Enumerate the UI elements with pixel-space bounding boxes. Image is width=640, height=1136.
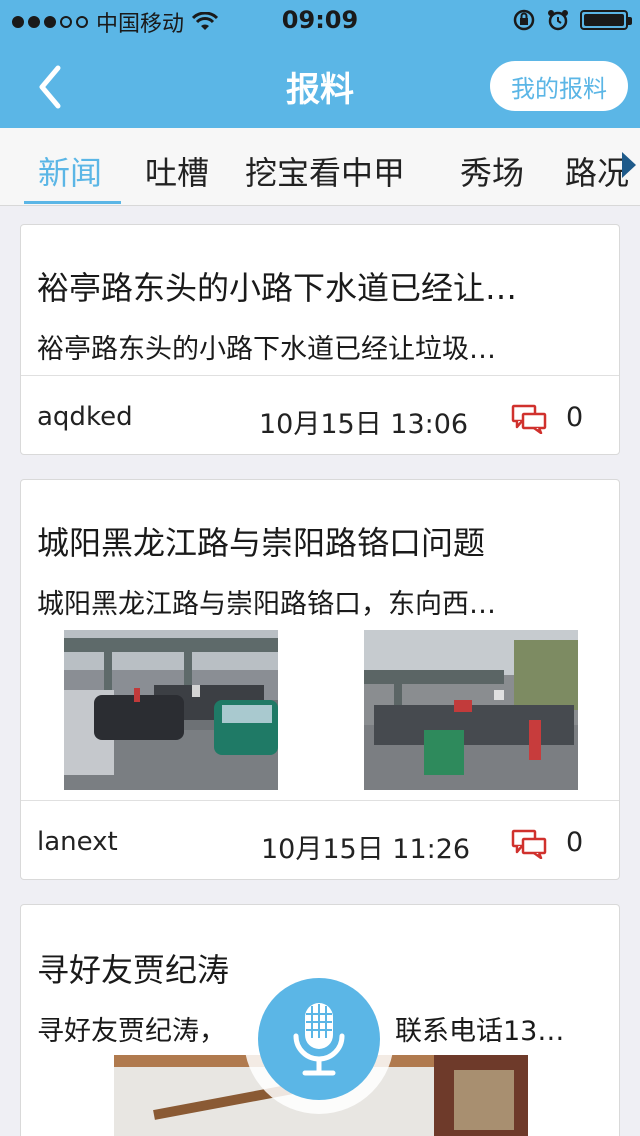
comment-count: 0: [566, 827, 584, 858]
post-summary: 城阳黑龙江路与崇阳路铬口，东向西…: [37, 589, 496, 620]
nav-bar: 报料 我的报料: [0, 40, 640, 128]
post-summary-end: 联系电话13…: [395, 1016, 565, 1047]
post-date: 10月15日 11:26: [261, 834, 471, 865]
alarm-icon: [548, 10, 568, 31]
post-footer: lanext 10月15日 11:26 0: [21, 800, 619, 879]
post-title: 城阳黑龙江路与崇阳路铬口问题: [37, 524, 486, 562]
post-summary: 裕亭路东头的小路下水道已经让垃圾…: [37, 334, 496, 365]
post-photo-2[interactable]: [364, 630, 578, 790]
tab-news[interactable]: 新闻: [38, 148, 102, 194]
rotation-lock-icon: [513, 9, 535, 31]
post-title: 裕亭路东头的小路下水道已经让…: [37, 269, 518, 307]
category-tabs: 新闻 吐槽 挖宝看中甲 秀场 路况: [0, 128, 640, 206]
post-card[interactable]: 城阳黑龙江路与崇阳路铬口问题 城阳黑龙江路与崇阳路铬口，东向西… lanext …: [20, 479, 620, 880]
comment-icon[interactable]: [511, 829, 547, 859]
status-right: [512, 8, 632, 32]
header: 中国移动 09:09 报料 我的报料: [0, 0, 640, 128]
comment-count: 0: [566, 402, 584, 433]
battery-icon: [580, 10, 632, 30]
tab-treasure[interactable]: 挖宝看中甲: [245, 148, 405, 194]
status-bar: 中国移动 09:09: [0, 0, 640, 40]
post-footer: aqdked 10月15日 13:06 0: [21, 375, 619, 454]
tab-traffic[interactable]: 路况: [565, 148, 629, 194]
tabs-scroll-right-icon[interactable]: [622, 152, 636, 178]
active-tab-indicator: [24, 201, 121, 204]
post-summary-start: 寻好友贾纪涛，: [37, 1016, 226, 1047]
post-date: 10月15日 13:06: [259, 409, 469, 440]
my-reports-button[interactable]: 我的报料: [490, 61, 628, 111]
microphone-icon: [293, 1003, 345, 1076]
tab-complaints[interactable]: 吐槽: [145, 148, 209, 194]
post-author: aqdked: [37, 402, 133, 432]
voice-report-button-ring: [244, 964, 394, 1114]
post-author: lanext: [37, 827, 118, 857]
tab-show[interactable]: 秀场: [460, 148, 524, 194]
comment-icon[interactable]: [511, 404, 547, 434]
voice-report-button[interactable]: [258, 978, 380, 1100]
post-photo-1[interactable]: [64, 630, 278, 790]
post-card[interactable]: 裕亭路东头的小路下水道已经让… 裕亭路东头的小路下水道已经让垃圾… aqdked…: [20, 224, 620, 455]
